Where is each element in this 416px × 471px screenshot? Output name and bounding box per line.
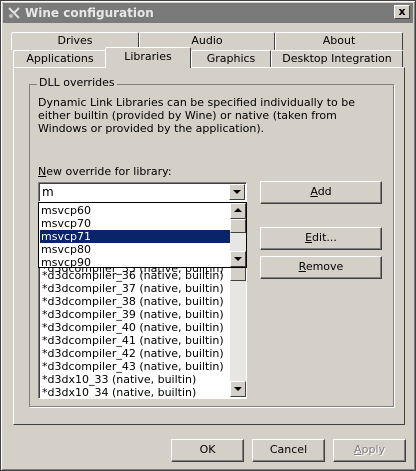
tab-about[interactable]: About — [275, 32, 403, 50]
list-item[interactable]: *d3dcompiler_40 (native, builtin) — [42, 321, 224, 334]
list-item[interactable]: *d3dcompiler_39 (native, builtin) — [42, 308, 224, 321]
library-dropdown-list[interactable]: msvcp60 msvcp70 msvcp71 msvcp80 msvcp90 — [38, 202, 247, 268]
chevron-down-icon — [234, 387, 242, 391]
combobox-dropdown-button[interactable] — [229, 184, 245, 200]
dropdown-option[interactable]: msvcp80 — [40, 243, 230, 256]
tab-label: About — [322, 34, 356, 47]
overrides-scrollbar[interactable] — [230, 265, 246, 397]
scroll-up-button[interactable] — [230, 203, 246, 219]
tab-graphics[interactable]: Graphics — [191, 50, 271, 68]
dropdown-scrollbar[interactable] — [230, 203, 246, 267]
scroll-down-button[interactable] — [230, 381, 246, 397]
window-title: Wine configuration — [25, 6, 154, 20]
tab-label: Desktop Integration — [282, 52, 392, 65]
tab-libraries[interactable]: Libraries — [105, 47, 191, 68]
group-description: Dynamic Link Libraries can be specified … — [38, 96, 356, 135]
close-button[interactable]: x — [394, 5, 410, 19]
cancel-button[interactable]: Cancel — [252, 439, 325, 462]
chevron-up-icon — [234, 208, 242, 212]
title-bar[interactable]: Wine configuration x — [3, 3, 413, 23]
add-button[interactable]: Add — [260, 181, 382, 204]
apply-button[interactable]: Apply — [333, 439, 406, 462]
group-title: DLL overrides — [37, 76, 117, 89]
close-icon: x — [398, 5, 406, 18]
tab-label: Libraries — [124, 50, 172, 63]
tab-label: Applications — [26, 52, 94, 65]
wine-config-window: Wine configuration x Drives Audio About … — [0, 0, 416, 471]
overrides-listbox[interactable]: *d3dcompiler_35 (native, builtin) *d3dco… — [38, 263, 247, 399]
dropdown-option[interactable]: msvcp71 — [40, 230, 230, 243]
tab-desktop-integration[interactable]: Desktop Integration — [271, 50, 403, 68]
library-input[interactable]: m — [42, 185, 54, 199]
chevron-down-icon — [234, 257, 242, 261]
edit-button[interactable]: Edit... — [260, 227, 382, 250]
list-item[interactable]: *d3dx10_33 (native, builtin) — [42, 373, 196, 386]
chevron-down-icon — [233, 190, 241, 194]
ok-button[interactable]: OK — [171, 439, 244, 462]
list-item[interactable]: *d3dcompiler_37 (native, builtin) — [42, 282, 224, 295]
wine-glass-icon — [8, 7, 20, 19]
dropdown-option[interactable]: msvcp60 — [40, 204, 230, 217]
tab-label: Drives — [57, 34, 93, 47]
scroll-down-button[interactable] — [230, 251, 246, 267]
scroll-thumb[interactable] — [230, 219, 246, 233]
list-item[interactable]: *d3dcompiler_43 (native, builtin) — [42, 360, 224, 373]
list-item[interactable]: *d3dcompiler_36 (native, builtin) — [42, 269, 224, 282]
list-item[interactable]: *d3dcompiler_41 (native, builtin) — [42, 334, 224, 347]
tab-applications[interactable]: Applications — [13, 50, 107, 68]
tab-label: Audio — [191, 34, 223, 47]
list-item[interactable]: *d3dx10_34 (native, builtin) — [42, 386, 196, 398]
remove-button[interactable]: Remove — [260, 256, 382, 279]
dropdown-option[interactable]: msvcp90 — [40, 256, 230, 267]
tab-label: Graphics — [206, 52, 256, 65]
list-item[interactable]: *d3dcompiler_38 (native, builtin) — [42, 295, 224, 308]
library-combobox[interactable]: m — [38, 182, 247, 202]
dropdown-option[interactable]: msvcp70 — [40, 217, 230, 230]
list-item[interactable]: *d3dcompiler_42 (native, builtin) — [42, 347, 224, 360]
new-override-label: New override for library: — [38, 165, 172, 178]
